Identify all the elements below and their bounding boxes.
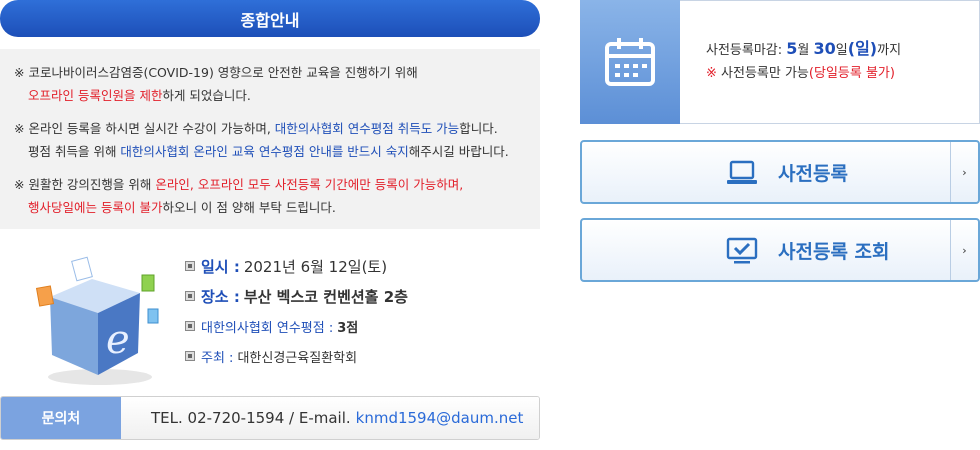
notice-item: ※ 원활한 강의진행을 위해 온라인, 오프라인 모두 사전등록 기간에만 등록…	[14, 177, 464, 215]
chevron-right-icon: ›	[950, 142, 978, 202]
contact-tel: TEL. 02-720-1594 / E-mail.	[151, 409, 351, 427]
bullet-icon	[185, 351, 195, 361]
info-title: 종합안내	[0, 0, 540, 37]
contact-bar: 문의처 TEL. 02-720-1594 / E-mail. knmd1594@…	[0, 396, 540, 440]
notice-box: ※ 코로나바이러스감염증(COVID-19) 영향으로 안전한 교육을 진행하기…	[0, 49, 540, 229]
calendar-block	[580, 0, 680, 124]
info-section: 종합안내 ※ 코로나바이러스감염증(COVID-19) 영향으로 안전한 교육을…	[0, 0, 540, 389]
pre-register-label: 사전등록	[778, 162, 848, 185]
laptop-icon	[727, 160, 757, 184]
registration-lookup-button[interactable]: 사전등록 조회 ›	[580, 218, 980, 282]
notice-list: ※ 코로나바이러스감염증(COVID-19) 영향으로 안전한 교육을 진행하기…	[14, 61, 528, 219]
svg-text:e: e	[106, 317, 130, 363]
lookup-label: 사전등록 조회	[778, 240, 890, 263]
deadline-text: 사전등록마감: 5월 30일(일)까지 ※ 사전등록만 가능(당일등록 불가)	[680, 1, 901, 123]
deadline-note: ※ 사전등록만 가능(당일등록 불가)	[706, 66, 895, 81]
check-monitor-icon	[726, 237, 758, 264]
event-place: 장소 : 부산 벡스코 컨벤션홀 2층	[185, 281, 408, 311]
bullet-icon	[185, 261, 195, 271]
contact-info: TEL. 02-720-1594 / E-mail. knmd1594@daum…	[121, 397, 539, 439]
event-credit: 대한의사협회 연수평점 : 3점	[185, 311, 408, 341]
pre-register-button[interactable]: 사전등록 ›	[580, 140, 980, 204]
event-host: 주최 : 대한신경근육질환학회	[185, 341, 408, 371]
event-info-list: 일시 : 2021년 6월 12일(토) 장소 : 부산 벡스코 컨벤션홀 2층…	[185, 251, 408, 371]
notice-item: ※ 온라인 등록을 하시면 실시간 수강이 가능하며, 대한의사협회 연수평점 …	[14, 121, 509, 159]
bullet-icon	[185, 321, 195, 331]
contact-label: 문의처	[1, 397, 121, 439]
e-learning-cube-icon: e	[35, 256, 159, 385]
deadline-line: 사전등록마감: 5월 30일(일)까지	[706, 39, 902, 58]
event-date: 일시 : 2021년 6월 12일(토)	[185, 251, 408, 281]
chevron-right-icon: ›	[950, 220, 978, 280]
contact-email-link[interactable]: knmd1594@daum.net	[356, 409, 524, 427]
notice-item: ※ 코로나바이러스감염증(COVID-19) 영향으로 안전한 교육을 진행하기…	[14, 65, 418, 103]
deadline-card: 사전등록마감: 5월 30일(일)까지 ※ 사전등록만 가능(당일등록 불가)	[580, 0, 980, 124]
event-details: e 일시 : 2021년 6월 12일(토) 장소 : 부산 벡스코 컨벤션홀 …	[0, 229, 540, 389]
bullet-icon	[185, 291, 195, 301]
calendar-icon	[605, 38, 655, 86]
